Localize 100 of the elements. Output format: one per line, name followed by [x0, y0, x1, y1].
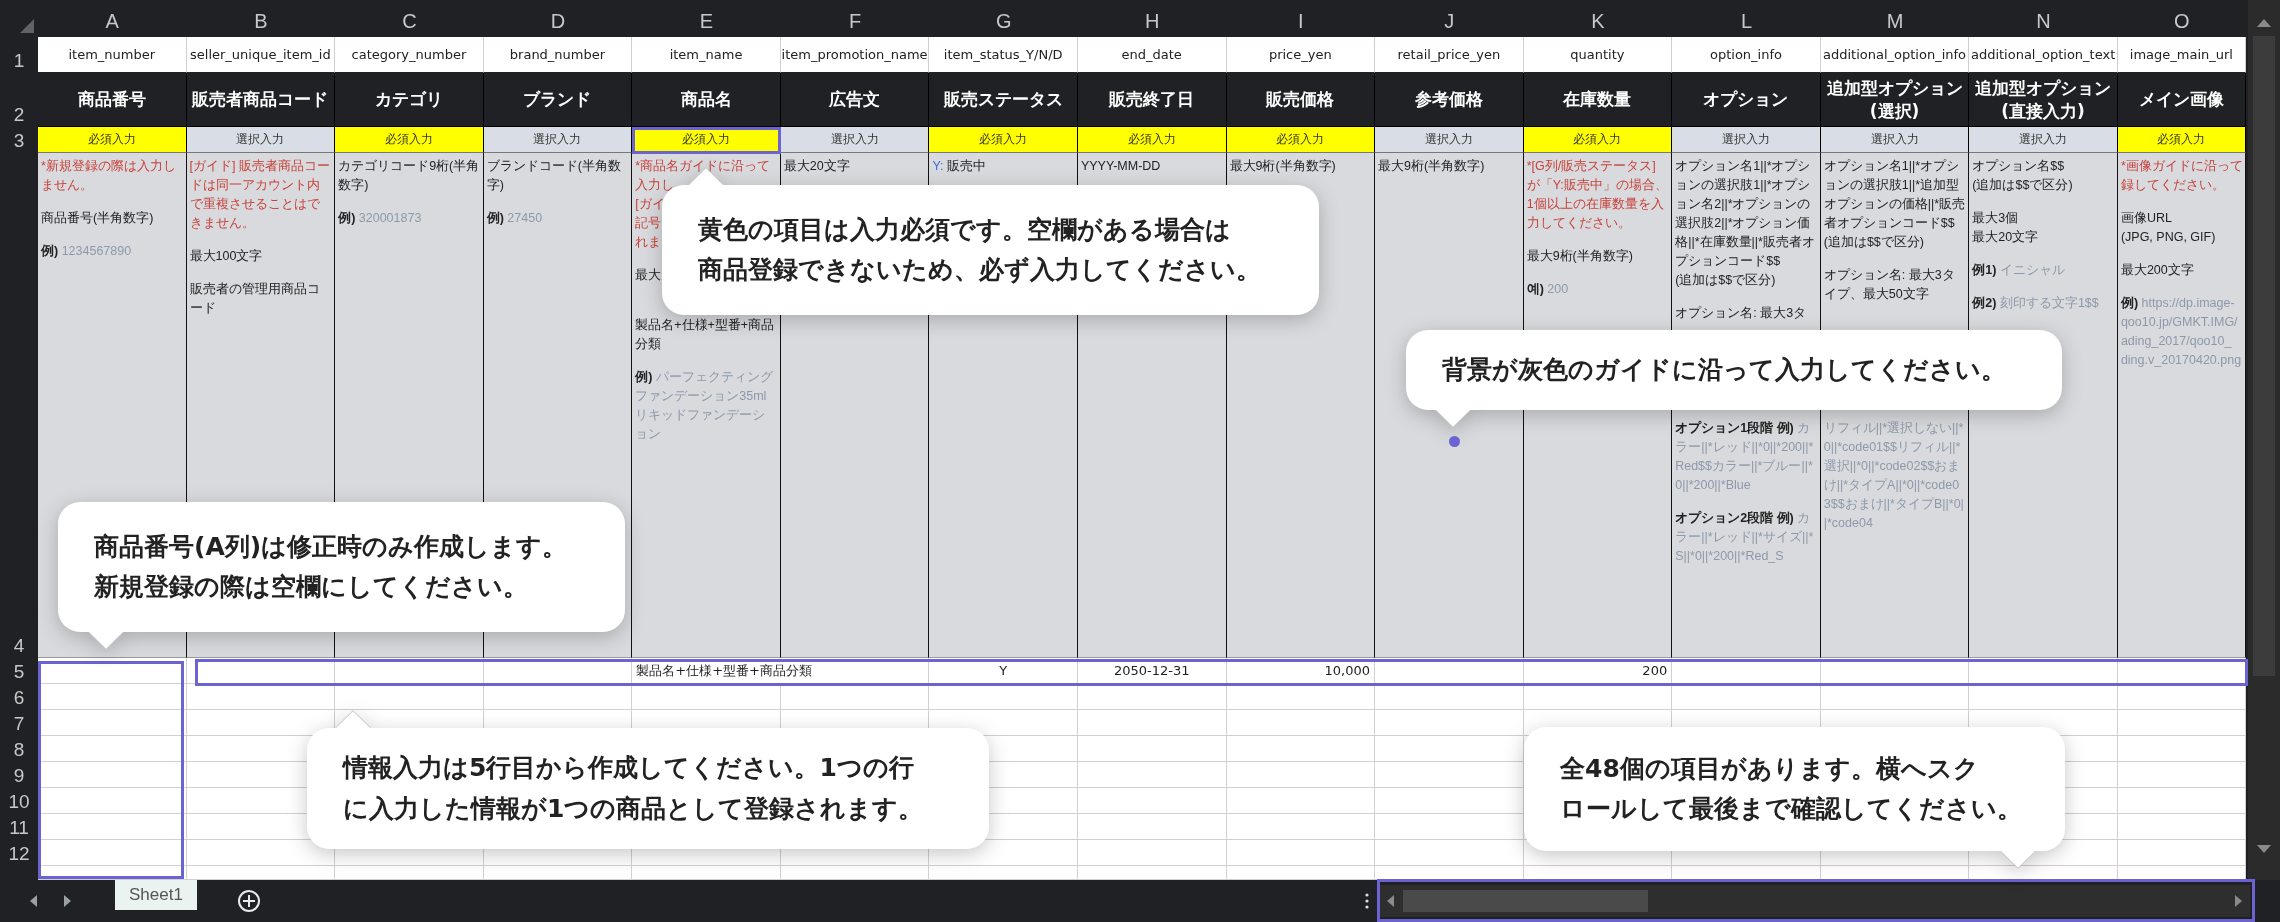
row-header[interactable]: 10: [0, 788, 38, 814]
header-cell: 参考価格: [1375, 73, 1524, 127]
guide-text: 最大9桁(半角数字): [1229, 158, 1336, 175]
requirement-label: 選択入力: [1672, 127, 1821, 153]
scroll-left-icon[interactable]: [1387, 895, 1395, 907]
guide-text: オプション名: 最大3タ: [1675, 305, 1807, 322]
field-name-cell: brand_number: [483, 37, 633, 73]
header-cell: 販売価格: [1226, 73, 1376, 127]
horizontal-scrollbar[interactable]: [1379, 885, 2250, 917]
header-cell: カテゴリ: [335, 73, 484, 127]
header-cell: メイン画像: [2117, 73, 2246, 127]
callout-text: 商品番号(A列)は修正時のみ作成します。 新規登録の際は空欄にしてください。: [94, 530, 568, 603]
previous-sheet-icon[interactable]: [30, 895, 38, 907]
column-header[interactable]: K: [1523, 0, 1673, 37]
header-cell: 在庫数量: [1523, 73, 1673, 127]
column-header[interactable]: H: [1077, 0, 1227, 37]
header-cell: 追加型オプション (選択): [1820, 73, 1970, 127]
guide-text: (追加は$$で区分): [1675, 272, 1776, 289]
next-sheet-icon[interactable]: [63, 895, 71, 907]
guide-text: 最大9桁(半角数字): [1378, 158, 1485, 175]
header-cell: 商品名: [632, 73, 781, 127]
add-sheet-icon[interactable]: [236, 889, 261, 913]
row-header[interactable]: 8: [0, 736, 38, 762]
guide-note: れま: [635, 234, 662, 251]
field-name-cell: seller_unique_item_id: [186, 37, 336, 73]
guide-text: オプション名$$: [1972, 158, 2065, 175]
example-text: 例) パーフェクティングファンデーション35mlリキッドファンデーション: [635, 369, 774, 443]
sheet-tab[interactable]: Sheet1: [115, 880, 197, 910]
column-header[interactable]: B: [186, 0, 336, 37]
field-name-cell: additional_option_info: [1820, 37, 1970, 73]
example-text: 例) 27450: [486, 210, 543, 227]
column-header[interactable]: I: [1226, 0, 1376, 37]
column-header[interactable]: N: [1969, 0, 2118, 37]
field-name-cell: item_status_Y/N/D: [929, 37, 1078, 73]
column-header[interactable]: D: [483, 0, 633, 37]
row-header[interactable]: 11: [0, 814, 38, 840]
row-header[interactable]: 9: [0, 762, 38, 788]
guide-text: 最大3個: [1972, 210, 2019, 227]
header-cell: 広告文: [780, 73, 930, 127]
requirement-label: 選択入力: [1969, 127, 2118, 153]
example-text: 예) 200: [1526, 281, 1569, 298]
requirement-label: 必須入力: [929, 127, 1078, 153]
guide-text: 最大20文字: [1972, 229, 2039, 246]
requirement-label: 必須入力: [2117, 127, 2246, 153]
column-header[interactable]: O: [2117, 0, 2246, 37]
field-name-cell: retail_price_yen: [1375, 37, 1524, 73]
callout-pointer: [335, 710, 371, 728]
field-name-cell: end_date: [1077, 37, 1227, 73]
guide-text: YYYY-MM-DD: [1080, 158, 1161, 175]
guide-note: *新規登録の際は入力しません。: [41, 158, 177, 194]
guide-text: 画像URL: [2120, 210, 2172, 227]
table-cell: 2050-12-31: [1077, 658, 1227, 684]
column-header[interactable]: F: [780, 0, 930, 37]
example-text: qoo10.jp/GMKT.IMG/: [2120, 314, 2238, 331]
scroll-right-icon[interactable]: [2234, 895, 2242, 907]
column-header[interactable]: M: [1820, 0, 1970, 37]
resize-handle-icon[interactable]: [1365, 893, 1369, 909]
column-header[interactable]: J: [1375, 0, 1524, 37]
column-header[interactable]: L: [1672, 0, 1821, 37]
guide-text: 最大: [635, 267, 662, 284]
row-header[interactable]: 5: [0, 658, 38, 684]
scrollbar-thumb[interactable]: [1403, 890, 1648, 912]
row-header[interactable]: 6: [0, 684, 38, 710]
row-header[interactable]: 7: [0, 710, 38, 736]
column-header[interactable]: G: [929, 0, 1078, 37]
field-name-cell: item_number: [38, 37, 187, 73]
field-name-cell: price_yen: [1226, 37, 1376, 73]
requirement-label: 必須入力: [38, 127, 187, 153]
requirement-label: 必須入力: [1077, 127, 1227, 153]
row-header[interactable]: 12: [0, 840, 38, 866]
requirement-label: 選択入力: [1820, 127, 1970, 153]
guide-text: オプション名: 最大3タイプ、最大50文字: [1823, 267, 1956, 303]
column-header[interactable]: A: [38, 0, 187, 37]
row-header[interactable]: 2: [0, 73, 38, 127]
scroll-up-icon[interactable]: [2256, 18, 2272, 28]
example-text: ading_2017/qoo10_: [2120, 333, 2232, 350]
select-all-icon[interactable]: [20, 19, 34, 33]
column-header[interactable]: C: [335, 0, 484, 37]
row-header[interactable]: 3: [0, 127, 38, 153]
field-name-cell: image_main_url: [2117, 37, 2246, 73]
guide-text: ブランドコード(半角数字): [486, 158, 622, 194]
scroll-down-icon[interactable]: [2256, 844, 2272, 854]
guide-text: 最大100文字: [189, 248, 263, 265]
guide-text: 最大9桁(半角数字): [1526, 248, 1633, 265]
guide-text: 商品番号(半角数字): [41, 210, 154, 227]
requirement-label: 必須入力: [335, 127, 484, 153]
example-text: 例) https://dp.image-: [2120, 295, 2235, 312]
column-header[interactable]: E: [632, 0, 781, 37]
guide-note: 録してください。: [2120, 177, 2225, 194]
header-cell: オプション: [1672, 73, 1821, 127]
header-cell: 販売ステータス: [929, 73, 1078, 127]
guide-text: (追加は$$で区分): [1823, 234, 1924, 251]
callout-text: 黄色の項目は入力必須です。空欄がある場合は 商品登録できないため、必ず入力してください。: [698, 213, 1261, 286]
header-cell: 販売終了日: [1077, 73, 1227, 127]
guide-note: [ガイド] 販売者商品コードは同一アカウント内で重複させることはできません。: [189, 158, 331, 232]
row-header[interactable]: 4: [0, 153, 38, 658]
row-header[interactable]: 1: [0, 37, 38, 73]
guide-text: 最大200文字: [2120, 262, 2194, 279]
guide-note: [ガイ: [635, 196, 665, 213]
example-text: オプション1段階 例) カラー||*レッド||*0||*200||*Red$$カラー||*ブルー||*0||*200||*Blue: [1675, 420, 1815, 494]
